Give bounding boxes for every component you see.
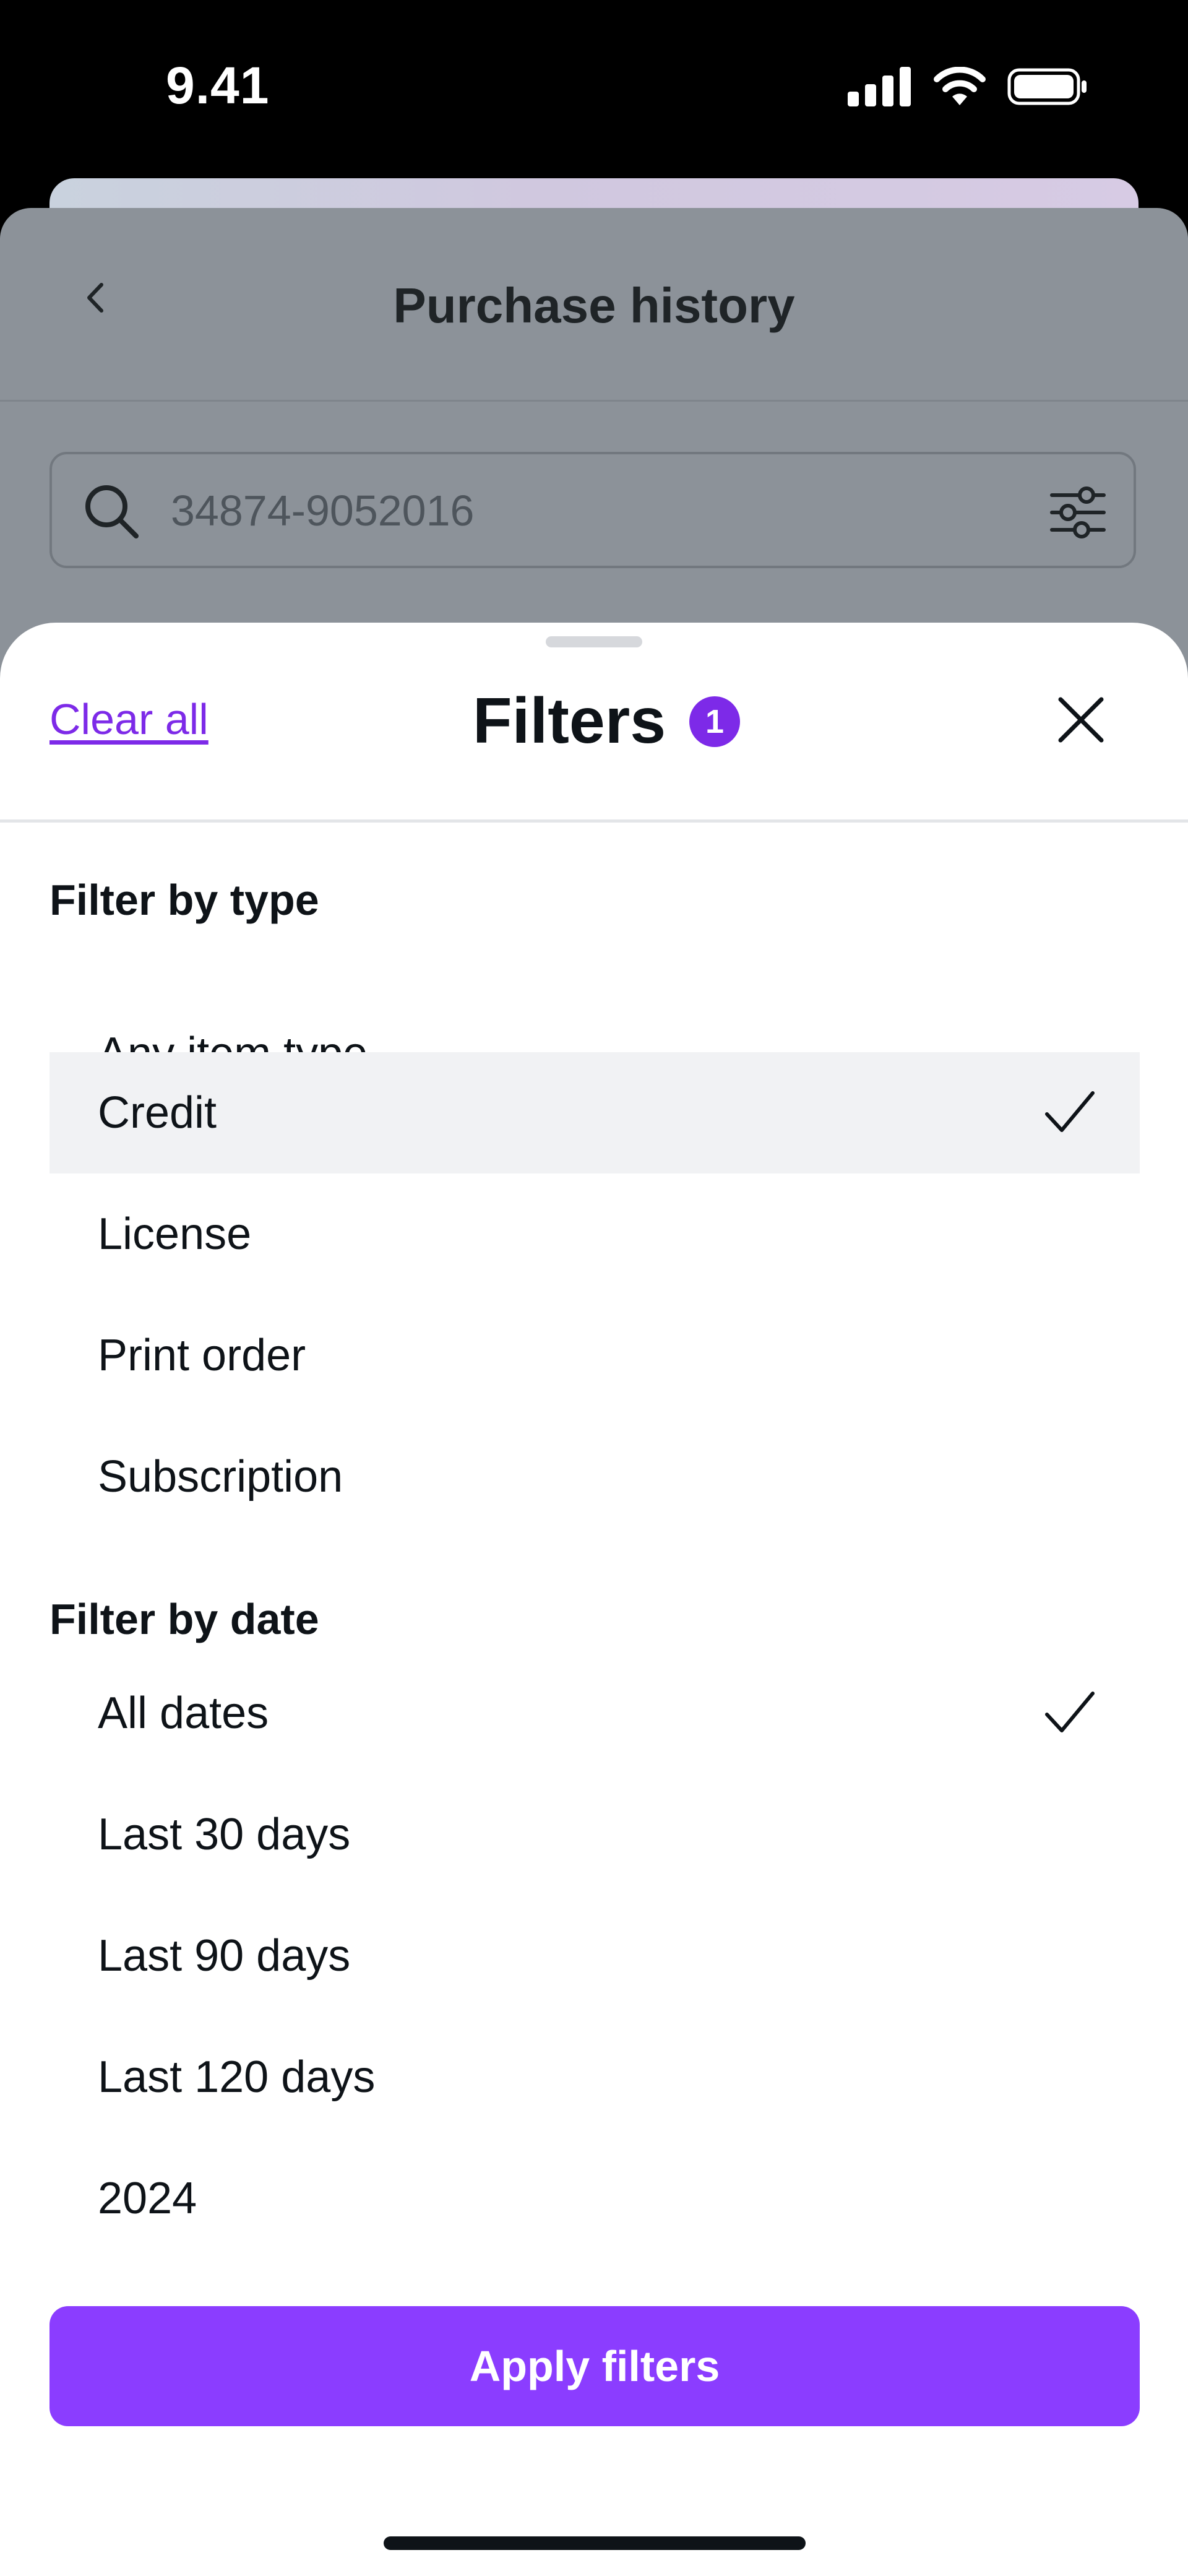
wifi-icon xyxy=(934,67,986,105)
status-bar: 9.41 xyxy=(0,0,1188,179)
search-input[interactable] xyxy=(170,478,976,543)
date-option-last-30-days[interactable]: Last 30 days xyxy=(50,1774,1140,1895)
checkmark-icon xyxy=(1045,1091,1095,1132)
option-label: Last 30 days xyxy=(98,1810,351,1859)
option-label: Last 120 days xyxy=(98,2052,376,2102)
date-option-all-dates[interactable]: All dates xyxy=(50,1653,1140,1774)
status-icons xyxy=(848,67,1088,106)
option-label: License xyxy=(98,1209,252,1259)
option-label: All dates xyxy=(98,1688,269,1738)
date-option-last-90-days[interactable]: Last 90 days xyxy=(50,1895,1140,2016)
filters-sheet: Clear all Filters 1 Filter by type Any i… xyxy=(0,623,1188,2576)
search-icon xyxy=(85,485,139,538)
active-filter-count-badge: 1 xyxy=(689,696,741,747)
type-option-credit[interactable]: Credit xyxy=(50,1052,1140,1173)
option-label: Credit xyxy=(98,1088,217,1138)
type-option-license[interactable]: License xyxy=(50,1173,1140,1295)
page-title: Purchase history xyxy=(393,278,795,333)
type-option-print-order[interactable]: Print order xyxy=(50,1295,1140,1416)
sliders-icon[interactable] xyxy=(1047,482,1109,543)
battery-icon xyxy=(1007,68,1087,105)
checkmark-icon xyxy=(1045,1692,1095,1732)
option-label: Last 90 days xyxy=(98,1931,351,1981)
sheet-title-group: Filters 1 xyxy=(0,685,1188,758)
status-time: 9.41 xyxy=(166,56,270,115)
apply-filters-button[interactable]: Apply filters xyxy=(50,2306,1140,2426)
option-label: 2024 xyxy=(98,2174,197,2223)
sheet-title: Filters xyxy=(472,685,666,757)
search-bar[interactable] xyxy=(50,452,1136,568)
filter-by-date-heading: Filter by date xyxy=(50,1595,319,1643)
page-header: Purchase history xyxy=(0,208,1188,402)
sheet-header: Clear all Filters 1 xyxy=(0,623,1188,823)
close-icon[interactable] xyxy=(1053,692,1109,748)
date-option-last-120-days[interactable]: Last 120 days xyxy=(50,2016,1140,2138)
home-indicator xyxy=(384,2536,806,2550)
filter-by-type-heading: Filter by type xyxy=(50,876,319,924)
cellular-signal-icon xyxy=(848,67,911,106)
option-label: Print order xyxy=(98,1331,306,1380)
type-option-subscription[interactable]: Subscription xyxy=(50,1416,1140,1537)
date-option-2024[interactable]: 2024 xyxy=(50,2138,1140,2259)
option-label: Subscription xyxy=(98,1452,343,1502)
